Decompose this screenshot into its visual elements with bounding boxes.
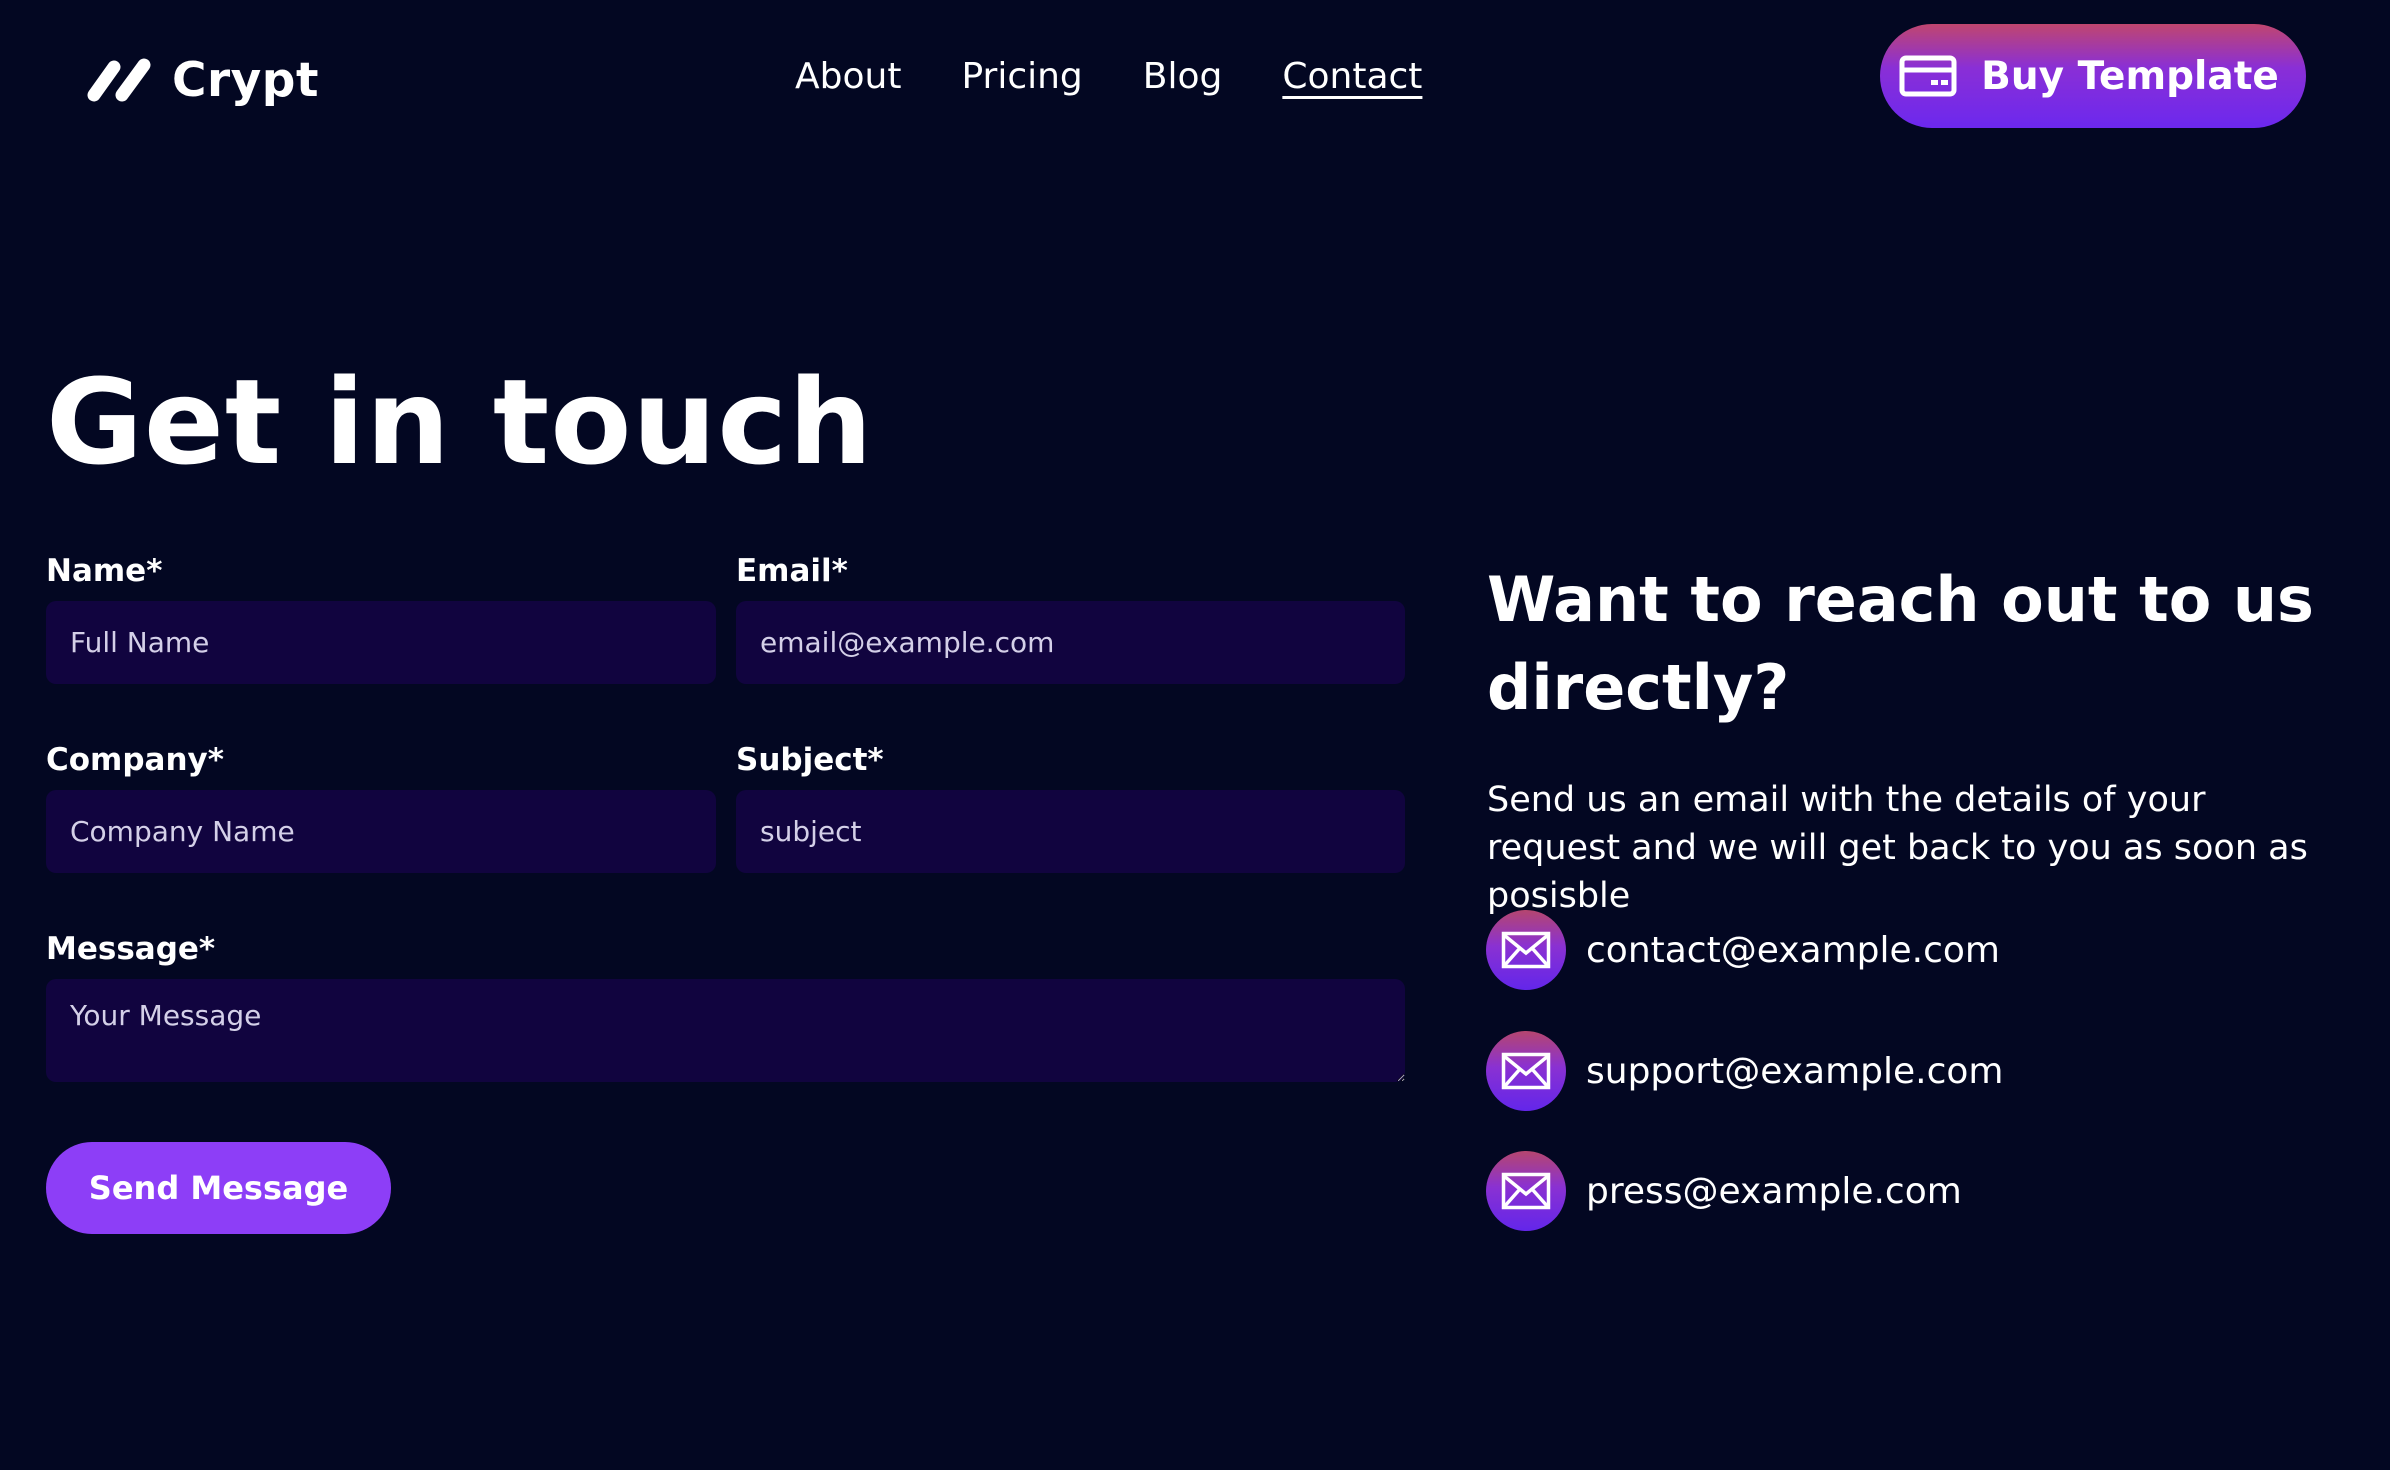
side-title: Want to reach out to us directly? (1487, 563, 2314, 724)
support-email-link[interactable]: support@example.com (1586, 1051, 2004, 1092)
nav-item-blog[interactable]: Blog (1143, 56, 1223, 97)
page-title: Get in touch (46, 353, 874, 491)
contact-item: support@example.com (1486, 1031, 2004, 1111)
contact-item: press@example.com (1486, 1151, 1962, 1231)
name-input[interactable] (46, 601, 716, 684)
subject-input[interactable] (736, 790, 1405, 873)
main-nav: About Pricing Blog Contact (795, 48, 1422, 104)
contact-email-link[interactable]: contact@example.com (1586, 930, 2000, 971)
company-input[interactable] (46, 790, 716, 873)
name-label: Name* (46, 553, 163, 589)
press-email-link[interactable]: press@example.com (1586, 1171, 1962, 1212)
buy-template-label: Buy Template (1981, 53, 2279, 99)
message-textarea[interactable] (46, 979, 1405, 1082)
buy-template-button[interactable]: Buy Template (1880, 24, 2306, 128)
logo-mark-icon (87, 58, 151, 102)
send-message-button[interactable]: Send Message (46, 1142, 391, 1234)
mail-icon (1486, 910, 1566, 990)
contact-item: contact@example.com (1486, 910, 2000, 990)
message-label: Message* (46, 931, 216, 967)
nav-item-contact[interactable]: Contact (1282, 56, 1422, 97)
email-label: Email* (736, 553, 848, 589)
nav-item-about[interactable]: About (795, 56, 901, 97)
brand-logo[interactable]: Crypt (84, 50, 319, 110)
email-input[interactable] (736, 601, 1405, 684)
brand-name: Crypt (172, 52, 319, 108)
credit-card-icon (1899, 55, 1957, 97)
mail-icon (1486, 1151, 1566, 1231)
mail-icon (1486, 1031, 1566, 1111)
company-label: Company* (46, 742, 224, 778)
subject-label: Subject* (736, 742, 884, 778)
side-description: Send us an email with the details of you… (1487, 780, 2308, 916)
nav-item-pricing[interactable]: Pricing (961, 56, 1082, 97)
